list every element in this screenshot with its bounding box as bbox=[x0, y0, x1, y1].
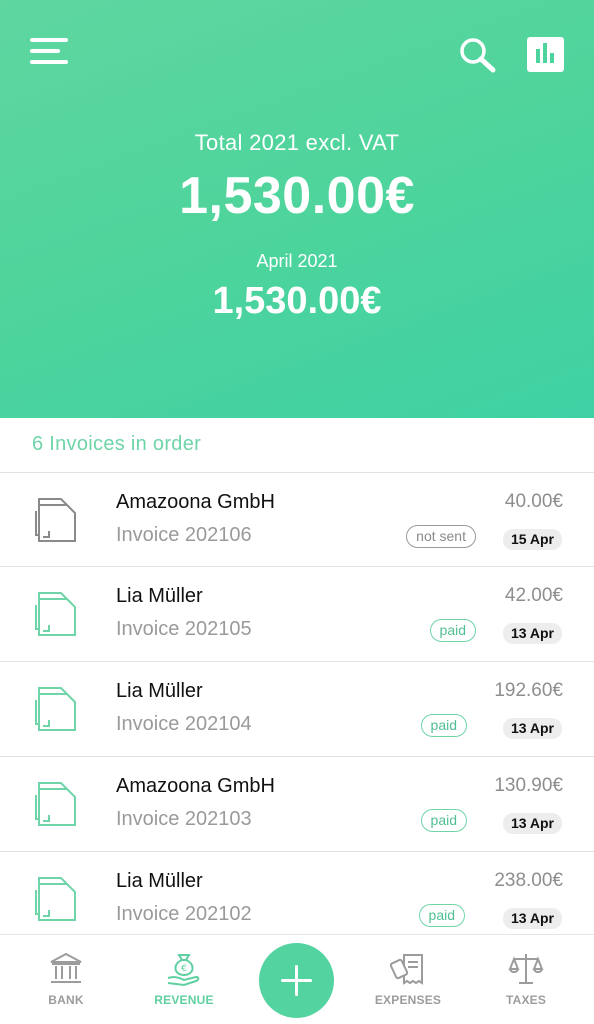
status-badge: paid bbox=[429, 619, 476, 642]
client-name: Amazoona GmbH bbox=[116, 491, 275, 513]
invoice-number: Invoice 202105 bbox=[116, 618, 252, 640]
statistics-button[interactable] bbox=[527, 37, 564, 72]
client-name: Lia Müller bbox=[116, 870, 203, 892]
receipt-icon bbox=[390, 954, 423, 985]
client-name: Amazoona GmbH bbox=[116, 775, 275, 797]
status-badge: not sent bbox=[406, 525, 476, 548]
invoice-amount: 192.60€ bbox=[494, 680, 563, 701]
total-value: 1,530.00€ bbox=[179, 167, 415, 225]
client-name: Lia Müller bbox=[116, 680, 203, 702]
add-button[interactable] bbox=[259, 943, 334, 1018]
nav-revenue[interactable]: € REVENUE bbox=[129, 935, 239, 1024]
invoice-amount: 42.00€ bbox=[504, 585, 563, 606]
invoice-number: Invoice 202103 bbox=[116, 808, 252, 830]
date-badge: 15 Apr bbox=[502, 529, 562, 550]
document-icon bbox=[35, 592, 76, 636]
invoice-row[interactable]: Amazoona GmbH Invoice 202106 40.00€ not … bbox=[0, 472, 594, 567]
document-icon bbox=[35, 782, 76, 826]
total-label: Total 2021 excl. VAT bbox=[194, 130, 400, 155]
date-badge: 13 Apr bbox=[502, 623, 562, 644]
document-icon bbox=[35, 877, 76, 921]
invoice-row[interactable]: Amazoona GmbH Invoice 202103 130.90€ pai… bbox=[0, 757, 594, 852]
menu-icon bbox=[30, 38, 68, 42]
invoice-number: Invoice 202102 bbox=[116, 903, 252, 925]
invoice-list: Amazoona GmbH Invoice 202106 40.00€ not … bbox=[0, 472, 594, 947]
month-label: April 2021 bbox=[256, 251, 338, 271]
document-icon bbox=[35, 687, 76, 731]
invoice-amount: 130.90€ bbox=[494, 775, 563, 796]
svg-text:€: € bbox=[181, 964, 187, 974]
invoice-row[interactable]: Lia Müller Invoice 202104 192.60€ paid 1… bbox=[0, 662, 594, 757]
invoice-number: Invoice 202104 bbox=[116, 713, 252, 735]
status-badge: paid bbox=[418, 904, 465, 927]
nav-bank-label: BANK bbox=[48, 993, 84, 1007]
money-bag-hand-icon: € bbox=[167, 954, 200, 987]
nav-revenue-label: REVENUE bbox=[154, 993, 214, 1007]
menu-button[interactable] bbox=[30, 36, 70, 68]
date-badge: 13 Apr bbox=[502, 813, 562, 834]
client-name: Lia Müller bbox=[116, 585, 203, 607]
search-button[interactable] bbox=[458, 36, 498, 76]
nav-taxes-label: TAXES bbox=[505, 993, 547, 1007]
status-badge: paid bbox=[420, 809, 467, 832]
nav-expenses-label: EXPENSES bbox=[374, 993, 442, 1007]
nav-taxes[interactable]: TAXES bbox=[471, 935, 581, 1024]
scales-icon bbox=[508, 954, 544, 984]
invoice-row[interactable]: Lia Müller Invoice 202102 238.00€ paid 1… bbox=[0, 852, 594, 947]
invoice-row[interactable]: Lia Müller Invoice 202105 42.00€ paid 13… bbox=[0, 567, 594, 662]
bank-icon bbox=[50, 952, 82, 983]
invoice-list-heading: 6 Invoices in order bbox=[32, 433, 202, 455]
search-icon bbox=[460, 38, 496, 73]
nav-expenses[interactable]: EXPENSES bbox=[353, 935, 463, 1024]
date-badge: 13 Apr bbox=[502, 718, 562, 739]
invoice-amount: 238.00€ bbox=[494, 870, 563, 891]
month-value: 1,530.00€ bbox=[212, 280, 382, 322]
summary-header: Total 2021 excl. VAT 1,530.00€ April 202… bbox=[0, 0, 594, 418]
nav-bank[interactable]: BANK bbox=[11, 935, 121, 1024]
document-icon bbox=[35, 498, 76, 542]
invoice-number: Invoice 202106 bbox=[116, 524, 252, 546]
date-badge: 13 Apr bbox=[502, 908, 562, 929]
status-badge: paid bbox=[420, 714, 467, 737]
invoice-amount: 40.00€ bbox=[504, 491, 563, 512]
